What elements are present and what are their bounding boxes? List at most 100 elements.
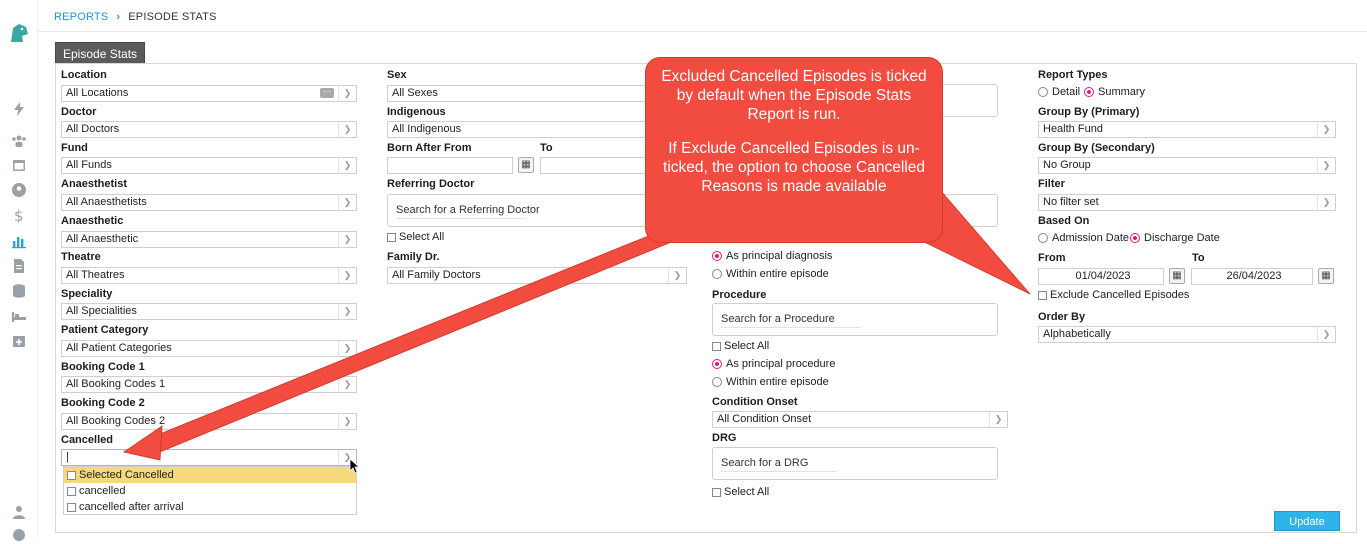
chevron-down-icon[interactable]: ❯ xyxy=(338,414,356,429)
cancelled-dropdown-list: Selected Cancelled cancelled cancelled a… xyxy=(63,466,357,515)
checkbox[interactable] xyxy=(1038,290,1047,300)
update-button[interactable]: Update xyxy=(1274,511,1340,531)
radio-button[interactable] xyxy=(1038,233,1048,243)
document-icon[interactable] xyxy=(10,257,28,275)
chevron-down-icon[interactable]: ❯ xyxy=(1317,327,1335,342)
radio-discharge-date[interactable]: Discharge Date xyxy=(1130,232,1220,244)
radio-admission-date[interactable]: Admission Date xyxy=(1038,232,1129,244)
radio-button[interactable] xyxy=(712,377,722,387)
location-select[interactable]: All Locations ··· ❯ xyxy=(61,85,357,102)
referring-doctor-search[interactable]: Search for a Referring Doctor xyxy=(387,194,687,227)
dropdown-option-selected-cancelled[interactable]: Selected Cancelled xyxy=(64,467,356,483)
chevron-down-icon[interactable]: ❯ xyxy=(338,304,356,319)
people-icon[interactable] xyxy=(10,132,28,150)
tab-episode-stats[interactable]: Episode Stats xyxy=(55,42,146,64)
born-after-from-input[interactable] xyxy=(387,157,513,174)
checkbox[interactable] xyxy=(387,232,396,242)
checkbox-label: Exclude Cancelled Episodes xyxy=(1050,289,1190,301)
checkbox[interactable] xyxy=(67,486,76,496)
chevron-down-icon[interactable]: ❯ xyxy=(989,412,1007,427)
radio-button[interactable] xyxy=(1038,87,1048,97)
radio-button[interactable] xyxy=(1084,87,1094,97)
radio-procedure-entire-episode[interactable]: Within entire episode xyxy=(712,376,829,388)
condition-onset-select[interactable]: All Condition Onset ❯ xyxy=(712,411,1008,428)
condition-onset-value: All Condition Onset xyxy=(717,413,812,425)
checkbox[interactable] xyxy=(712,341,721,351)
calendar-icon[interactable]: ▦ xyxy=(1318,268,1334,284)
cancelled-select[interactable]: | ❯ xyxy=(61,449,357,466)
chevron-down-icon[interactable]: ❯ xyxy=(338,341,356,356)
bed-icon[interactable] xyxy=(10,307,28,325)
chevron-down-icon[interactable]: ❯ xyxy=(1317,122,1335,137)
chevron-down-icon[interactable]: ❯ xyxy=(668,268,686,283)
chevron-down-icon[interactable]: ❯ xyxy=(1317,195,1335,210)
referring-doctor-select-all[interactable]: Select All xyxy=(387,231,444,243)
procedure-search[interactable]: Search for a Procedure xyxy=(712,303,998,336)
user-circle-icon[interactable] xyxy=(10,181,28,199)
procedure-select-all[interactable]: Select All xyxy=(712,340,769,352)
annotation-callout: Excluded Cancelled Episodes is ticked by… xyxy=(646,58,942,242)
doctor-value: All Doctors xyxy=(66,123,120,135)
drg-search[interactable]: Search for a DRG xyxy=(712,447,998,480)
exclude-cancelled-checkbox[interactable]: Exclude Cancelled Episodes xyxy=(1038,289,1189,301)
chevron-down-icon[interactable]: ❯ xyxy=(338,122,356,137)
dropdown-option-cancelled-after-arrival[interactable]: cancelled after arrival xyxy=(64,499,356,515)
more-options-icon[interactable]: ··· xyxy=(320,88,334,98)
calendar-icon[interactable]: ▦ xyxy=(1169,268,1185,284)
family-dr-select[interactable]: All Family Doctors ❯ xyxy=(387,267,687,284)
radio-button[interactable] xyxy=(1130,233,1140,243)
patient-category-select[interactable]: All Patient Categories ❯ xyxy=(61,340,357,357)
checkbox[interactable] xyxy=(67,470,76,480)
radio-detail[interactable]: Detail xyxy=(1038,86,1080,98)
sex-select[interactable]: All Sexes xyxy=(387,85,687,102)
radio-principal-procedure[interactable]: As principal procedure xyxy=(712,358,835,370)
chevron-down-icon[interactable]: ❯ xyxy=(338,158,356,173)
anaesthetic-select[interactable]: All Anaesthetic ❯ xyxy=(61,231,357,248)
admin-user-icon[interactable] xyxy=(10,503,28,521)
drg-select-all[interactable]: Select All xyxy=(712,486,769,498)
fund-select[interactable]: All Funds ❯ xyxy=(61,157,357,174)
breadcrumb-reports-link[interactable]: REPORTS xyxy=(54,11,108,23)
bolt-icon[interactable] xyxy=(10,100,28,118)
calendar-add-icon[interactable] xyxy=(10,332,28,350)
order-by-select[interactable]: Alphabetically ❯ xyxy=(1038,326,1336,343)
indigenous-select[interactable]: All Indigenous xyxy=(387,121,687,138)
chevron-down-icon[interactable]: ❯ xyxy=(338,377,356,392)
reports-chart-icon[interactable] xyxy=(10,232,28,250)
fund-value: All Funds xyxy=(66,159,112,171)
doctor-select[interactable]: All Doctors ❯ xyxy=(61,121,357,138)
chevron-down-icon[interactable]: ❯ xyxy=(338,232,356,247)
settings-icon[interactable] xyxy=(10,526,28,544)
booking-code-1-select[interactable]: All Booking Codes 1 ❯ xyxy=(61,376,357,393)
booking-code-2-value: All Booking Codes 2 xyxy=(66,415,166,427)
dropdown-option-cancelled[interactable]: cancelled xyxy=(64,483,356,499)
database-icon[interactable] xyxy=(10,282,28,300)
group-by-primary-select[interactable]: Health Fund ❯ xyxy=(1038,121,1336,138)
group-by-secondary-select[interactable]: No Group ❯ xyxy=(1038,157,1336,174)
chevron-down-icon[interactable]: ❯ xyxy=(338,268,356,283)
radio-button[interactable] xyxy=(712,251,722,261)
app-logo-icon[interactable] xyxy=(7,22,31,46)
calendar-icon[interactable]: ▦ xyxy=(518,157,534,173)
chevron-down-icon[interactable]: ❯ xyxy=(338,195,356,210)
radio-button[interactable] xyxy=(712,359,722,369)
radio-summary[interactable]: Summary xyxy=(1084,86,1145,98)
group-by-primary-label: Group By (Primary) xyxy=(1038,106,1140,118)
radio-label: Summary xyxy=(1098,86,1146,98)
radio-diagnosis-entire-episode[interactable]: Within entire episode xyxy=(712,268,829,280)
theatre-select[interactable]: All Theatres ❯ xyxy=(61,267,357,284)
booking-code-2-select[interactable]: All Booking Codes 2 ❯ xyxy=(61,413,357,430)
calendar-icon[interactable] xyxy=(10,156,28,174)
anaesthetist-select[interactable]: All Anaesthetists ❯ xyxy=(61,194,357,211)
filter-select[interactable]: No filter set ❯ xyxy=(1038,194,1336,211)
speciality-select[interactable]: All Specialities ❯ xyxy=(61,303,357,320)
radio-principal-diagnosis[interactable]: As principal diagnosis xyxy=(712,250,832,262)
chevron-down-icon[interactable]: ❯ xyxy=(338,86,356,101)
dollar-icon[interactable]: $ xyxy=(10,206,28,224)
from-date-input[interactable]: 01/04/2023 xyxy=(1038,268,1164,285)
chevron-down-icon[interactable]: ❯ xyxy=(1317,158,1335,173)
checkbox[interactable] xyxy=(712,487,721,497)
to-date-input[interactable]: 26/04/2023 xyxy=(1191,268,1313,285)
radio-button[interactable] xyxy=(712,269,722,279)
checkbox[interactable] xyxy=(67,502,76,512)
